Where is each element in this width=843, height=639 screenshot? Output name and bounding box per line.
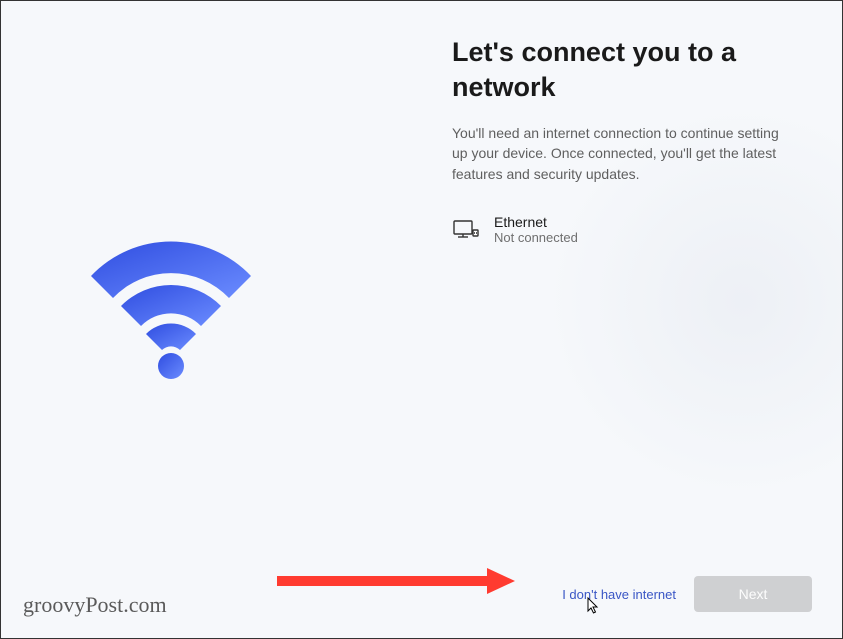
annotation-arrow-icon: [277, 566, 517, 601]
page-title: Let's connect you to a network: [452, 35, 782, 105]
watermark-text: groovyPost.com: [23, 592, 167, 618]
wifi-icon: [81, 226, 261, 381]
ethernet-icon: [452, 216, 480, 244]
next-button[interactable]: Next: [694, 576, 812, 612]
network-status: Not connected: [494, 230, 578, 245]
network-info: Ethernet Not connected: [494, 214, 578, 245]
no-internet-link[interactable]: I don't have internet: [562, 587, 676, 602]
page-subtitle: You'll need an internet connection to co…: [452, 123, 782, 184]
main-content: Let's connect you to a network You'll ne…: [452, 35, 782, 249]
footer-actions: I don't have internet Next: [562, 576, 812, 612]
network-name: Ethernet: [494, 214, 578, 230]
network-item-ethernet[interactable]: Ethernet Not connected: [452, 210, 782, 249]
